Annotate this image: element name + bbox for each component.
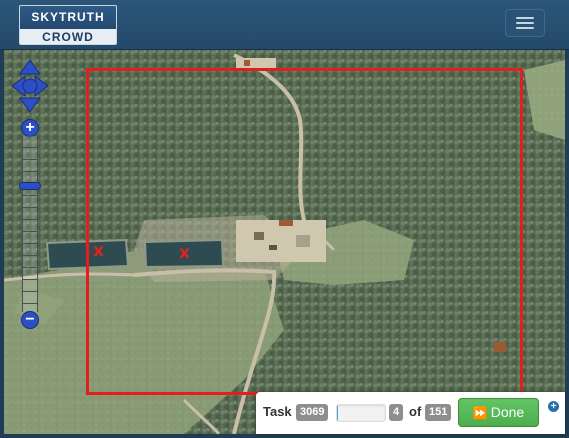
logo-line-1: SKYTRUTH	[31, 10, 105, 24]
done-button[interactable]: ⏩ Done	[458, 398, 539, 427]
task-panel: Task 3069 4 of 151 ⏩ Done +	[256, 392, 565, 434]
four-arrow-pan-icon	[12, 60, 48, 112]
plus-circle-icon[interactable]: +	[548, 401, 559, 412]
task-progress-fill	[337, 405, 339, 421]
pond-marker[interactable]: x	[179, 243, 190, 263]
task-progress-bar	[336, 404, 386, 422]
hamburger-icon	[516, 17, 534, 19]
satellite-map[interactable]: + − x x	[4, 50, 565, 434]
menu-toggle-button[interactable]	[505, 9, 545, 37]
logo-line-2: CROWD	[20, 29, 116, 44]
zoom-out-button[interactable]: −	[21, 311, 39, 329]
navbar: SKYTRUTH CROWD	[0, 0, 569, 50]
task-area-boundary	[86, 68, 523, 395]
pan-control[interactable]	[12, 60, 48, 112]
zoom-slider-handle[interactable]	[19, 182, 41, 190]
fast-forward-icon: ⏩	[472, 406, 488, 420]
skytruth-crowd-logo[interactable]: SKYTRUTH CROWD	[19, 5, 117, 45]
task-label: Task	[263, 404, 292, 419]
done-label: Done	[490, 404, 525, 420]
pond-marker[interactable]: x	[93, 241, 104, 261]
total-tasks-badge: 151	[425, 404, 452, 421]
zoom-slider-track[interactable]	[22, 136, 38, 312]
hamburger-icon	[516, 27, 534, 29]
hamburger-icon	[516, 22, 534, 24]
of-label: of	[409, 404, 422, 419]
current-task-badge: 4	[389, 404, 404, 421]
zoom-in-button[interactable]: +	[21, 119, 39, 137]
task-id-badge: 3069	[296, 404, 329, 421]
